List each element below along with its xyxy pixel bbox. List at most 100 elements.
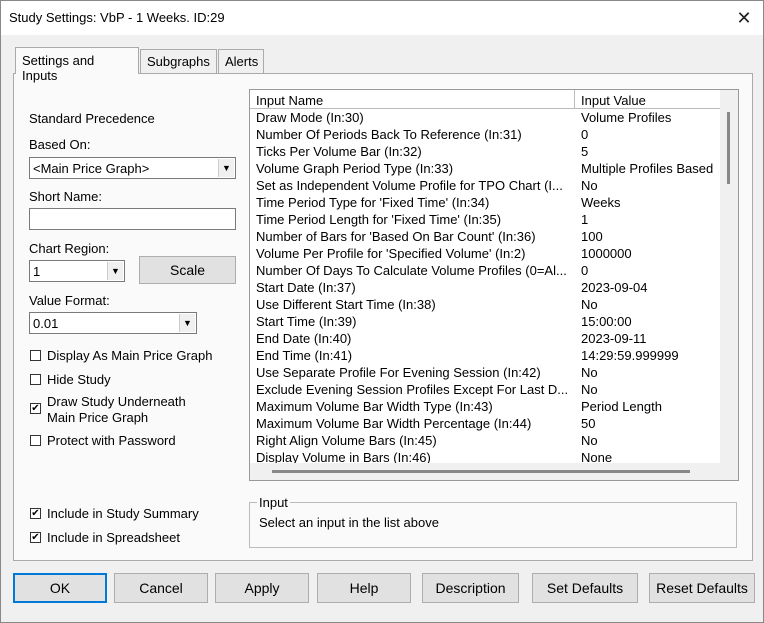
table-row[interactable]: Right Align Volume Bars (In:45) No <box>250 433 720 450</box>
table-row[interactable]: Ticks Per Volume Bar (In:32) 5 <box>250 144 720 161</box>
input-name-cell: Draw Mode (In:30) <box>256 110 364 125</box>
include-in-spreadsheet-checkbox[interactable]: ✔ <box>30 532 41 543</box>
inputs-grid[interactable]: Input Name Input Value Draw Mode (In:30)… <box>249 89 739 481</box>
table-row[interactable]: Use Separate Profile For Evening Session… <box>250 365 720 382</box>
tab-alerts[interactable]: Alerts <box>218 49 264 74</box>
display-as-main-price-graph-checkbox[interactable] <box>30 350 41 361</box>
set-defaults-button[interactable]: Set Defaults <box>532 573 638 603</box>
table-row[interactable]: Start Time (In:39) 15:00:00 <box>250 314 720 331</box>
table-row[interactable]: Set as Independent Volume Profile for TP… <box>250 178 720 195</box>
hide-study-checkbox[interactable] <box>30 374 41 385</box>
table-row[interactable]: Time Period Length for 'Fixed Time' (In:… <box>250 212 720 229</box>
input-name-cell: Start Date (In:37) <box>256 280 356 295</box>
draw-study-underneath-label-line2: Main Price Graph <box>47 410 149 425</box>
draw-study-underneath-label: Draw Study Underneath <box>47 394 186 409</box>
table-row[interactable]: End Time (In:41) 14:29:59.999999 <box>250 348 720 365</box>
based-on-label: Based On: <box>29 137 91 152</box>
input-name-cell: Volume Per Profile for 'Specified Volume… <box>256 246 526 261</box>
apply-button[interactable]: Apply <box>215 573 309 603</box>
standard-precedence-label: Standard Precedence <box>29 111 155 126</box>
table-row[interactable]: Volume Per Profile for 'Specified Volume… <box>250 246 720 263</box>
table-row[interactable]: Maximum Volume Bar Width Type (In:43) Per… <box>250 399 720 416</box>
input-value-cell[interactable]: 0 <box>581 127 719 142</box>
chart-region-select[interactable]: 1 ▼ <box>29 260 125 282</box>
input-value-cell[interactable]: 5 <box>581 144 719 159</box>
scrollbar-thumb[interactable] <box>272 470 690 473</box>
table-row[interactable]: Number Of Days To Calculate Volume Profi… <box>250 263 720 280</box>
display-as-main-price-graph-label: Display As Main Price Graph <box>47 348 213 363</box>
input-value-cell[interactable]: 50 <box>581 416 719 431</box>
tab-settings-and-inputs[interactable]: Settings and Inputs <box>15 47 139 83</box>
input-value-cell[interactable]: No <box>581 178 719 193</box>
ok-button[interactable]: OK <box>13 573 107 603</box>
input-value-cell[interactable]: No <box>581 433 719 448</box>
include-in-spreadsheet-label: Include in Spreadsheet <box>47 530 180 545</box>
tab-label: Subgraphs <box>147 54 210 69</box>
table-row[interactable]: Use Different Start Time (In:38) No <box>250 297 720 314</box>
input-name-cell: Ticks Per Volume Bar (In:32) <box>256 144 422 159</box>
input-value-cell[interactable]: 2023-09-04 <box>581 280 719 295</box>
column-header-input-value[interactable]: Input Value <box>575 90 720 109</box>
input-group-title: Input <box>257 495 290 510</box>
table-row[interactable]: End Date (In:40) 2023-09-11 <box>250 331 720 348</box>
close-icon[interactable]: ✕ <box>731 5 757 31</box>
chevron-down-icon: ▼ <box>218 159 234 177</box>
checkmark-icon: ✔ <box>31 403 40 414</box>
input-value-cell[interactable]: 15:00:00 <box>581 314 719 329</box>
input-value-cell[interactable]: 14:29:59.999999 <box>581 348 719 363</box>
input-value-cell[interactable]: 100 <box>581 229 719 244</box>
input-description-text: Select an input in the list above <box>259 515 439 530</box>
input-value-cell[interactable]: Volume Profiles <box>581 110 719 125</box>
input-value-cell[interactable]: 1 <box>581 212 719 227</box>
table-row[interactable]: Number Of Periods Back To Reference (In:… <box>250 127 720 144</box>
value-format-select[interactable]: 0.01 ▼ <box>29 312 197 334</box>
scrollbar-thumb[interactable] <box>727 112 730 184</box>
chevron-down-icon: ▼ <box>107 262 123 280</box>
value-format-value: 0.01 <box>33 316 59 331</box>
tab-subgraphs[interactable]: Subgraphs <box>140 49 217 74</box>
table-row[interactable]: Draw Mode (In:30) Volume Profiles <box>250 110 720 127</box>
tab-label: Alerts <box>225 54 259 69</box>
input-name-cell: Number Of Periods Back To Reference (In:… <box>256 127 522 142</box>
input-value-cell[interactable]: 0 <box>581 263 719 278</box>
chart-region-value: 1 <box>33 264 41 279</box>
hide-study-label: Hide Study <box>47 372 111 387</box>
checkmark-icon: ✔ <box>31 532 40 543</box>
based-on-select[interactable]: <Main Price Graph> ▼ <box>29 157 236 179</box>
input-value-cell[interactable]: Weeks <box>581 195 719 210</box>
input-name-cell: Set as Independent Volume Profile for TP… <box>256 178 563 193</box>
short-name-input[interactable] <box>29 208 236 230</box>
column-header-input-name[interactable]: Input Name <box>250 90 575 109</box>
table-row[interactable]: Start Date (In:37) 2023-09-04 <box>250 280 720 297</box>
input-name-cell: Number of Bars for 'Based On Bar Count' … <box>256 229 536 244</box>
input-value-cell[interactable]: No <box>581 297 719 312</box>
horizontal-scrollbar[interactable] <box>250 463 738 480</box>
input-value-cell[interactable]: 1000000 <box>581 246 719 261</box>
help-button[interactable]: Help <box>317 573 411 603</box>
input-value-cell[interactable]: No <box>581 365 719 380</box>
table-row[interactable]: Maximum Volume Bar Width Percentage (In:… <box>250 416 720 433</box>
table-row[interactable]: Number of Bars for 'Based On Bar Count' … <box>250 229 720 246</box>
short-name-label: Short Name: <box>29 189 102 204</box>
input-name-cell: Use Different Start Time (In:38) <box>256 297 436 312</box>
scale-button[interactable]: Scale <box>139 256 236 284</box>
draw-study-underneath-checkbox[interactable]: ✔ <box>30 403 41 414</box>
input-name-cell: End Date (In:40) <box>256 331 352 346</box>
cancel-button[interactable]: Cancel <box>114 573 208 603</box>
study-settings-dialog: Study Settings: VbP - 1 Weeks. ID:29 ✕ S… <box>0 0 764 623</box>
table-row[interactable]: Time Period Type for 'Fixed Time' (In:34… <box>250 195 720 212</box>
table-row[interactable]: Volume Graph Period Type (In:33) Multiple… <box>250 161 720 178</box>
input-name-cell: Number Of Days To Calculate Volume Profi… <box>256 263 567 278</box>
input-value-cell[interactable]: 2023-09-11 <box>581 331 719 346</box>
input-name-cell: Start Time (In:39) <box>256 314 357 329</box>
vertical-scrollbar[interactable] <box>720 90 738 464</box>
reset-defaults-button[interactable]: Reset Defaults <box>649 573 755 603</box>
input-value-cell[interactable]: No <box>581 382 719 397</box>
input-value-cell[interactable]: Period Length <box>581 399 719 414</box>
table-row[interactable]: Exclude Evening Session Profiles Except … <box>250 382 720 399</box>
input-value-cell[interactable]: Multiple Profiles Based <box>581 161 719 176</box>
value-format-label: Value Format: <box>29 293 110 308</box>
description-button[interactable]: Description <box>422 573 519 603</box>
protect-with-password-checkbox[interactable] <box>30 435 41 446</box>
include-in-study-summary-checkbox[interactable]: ✔ <box>30 508 41 519</box>
